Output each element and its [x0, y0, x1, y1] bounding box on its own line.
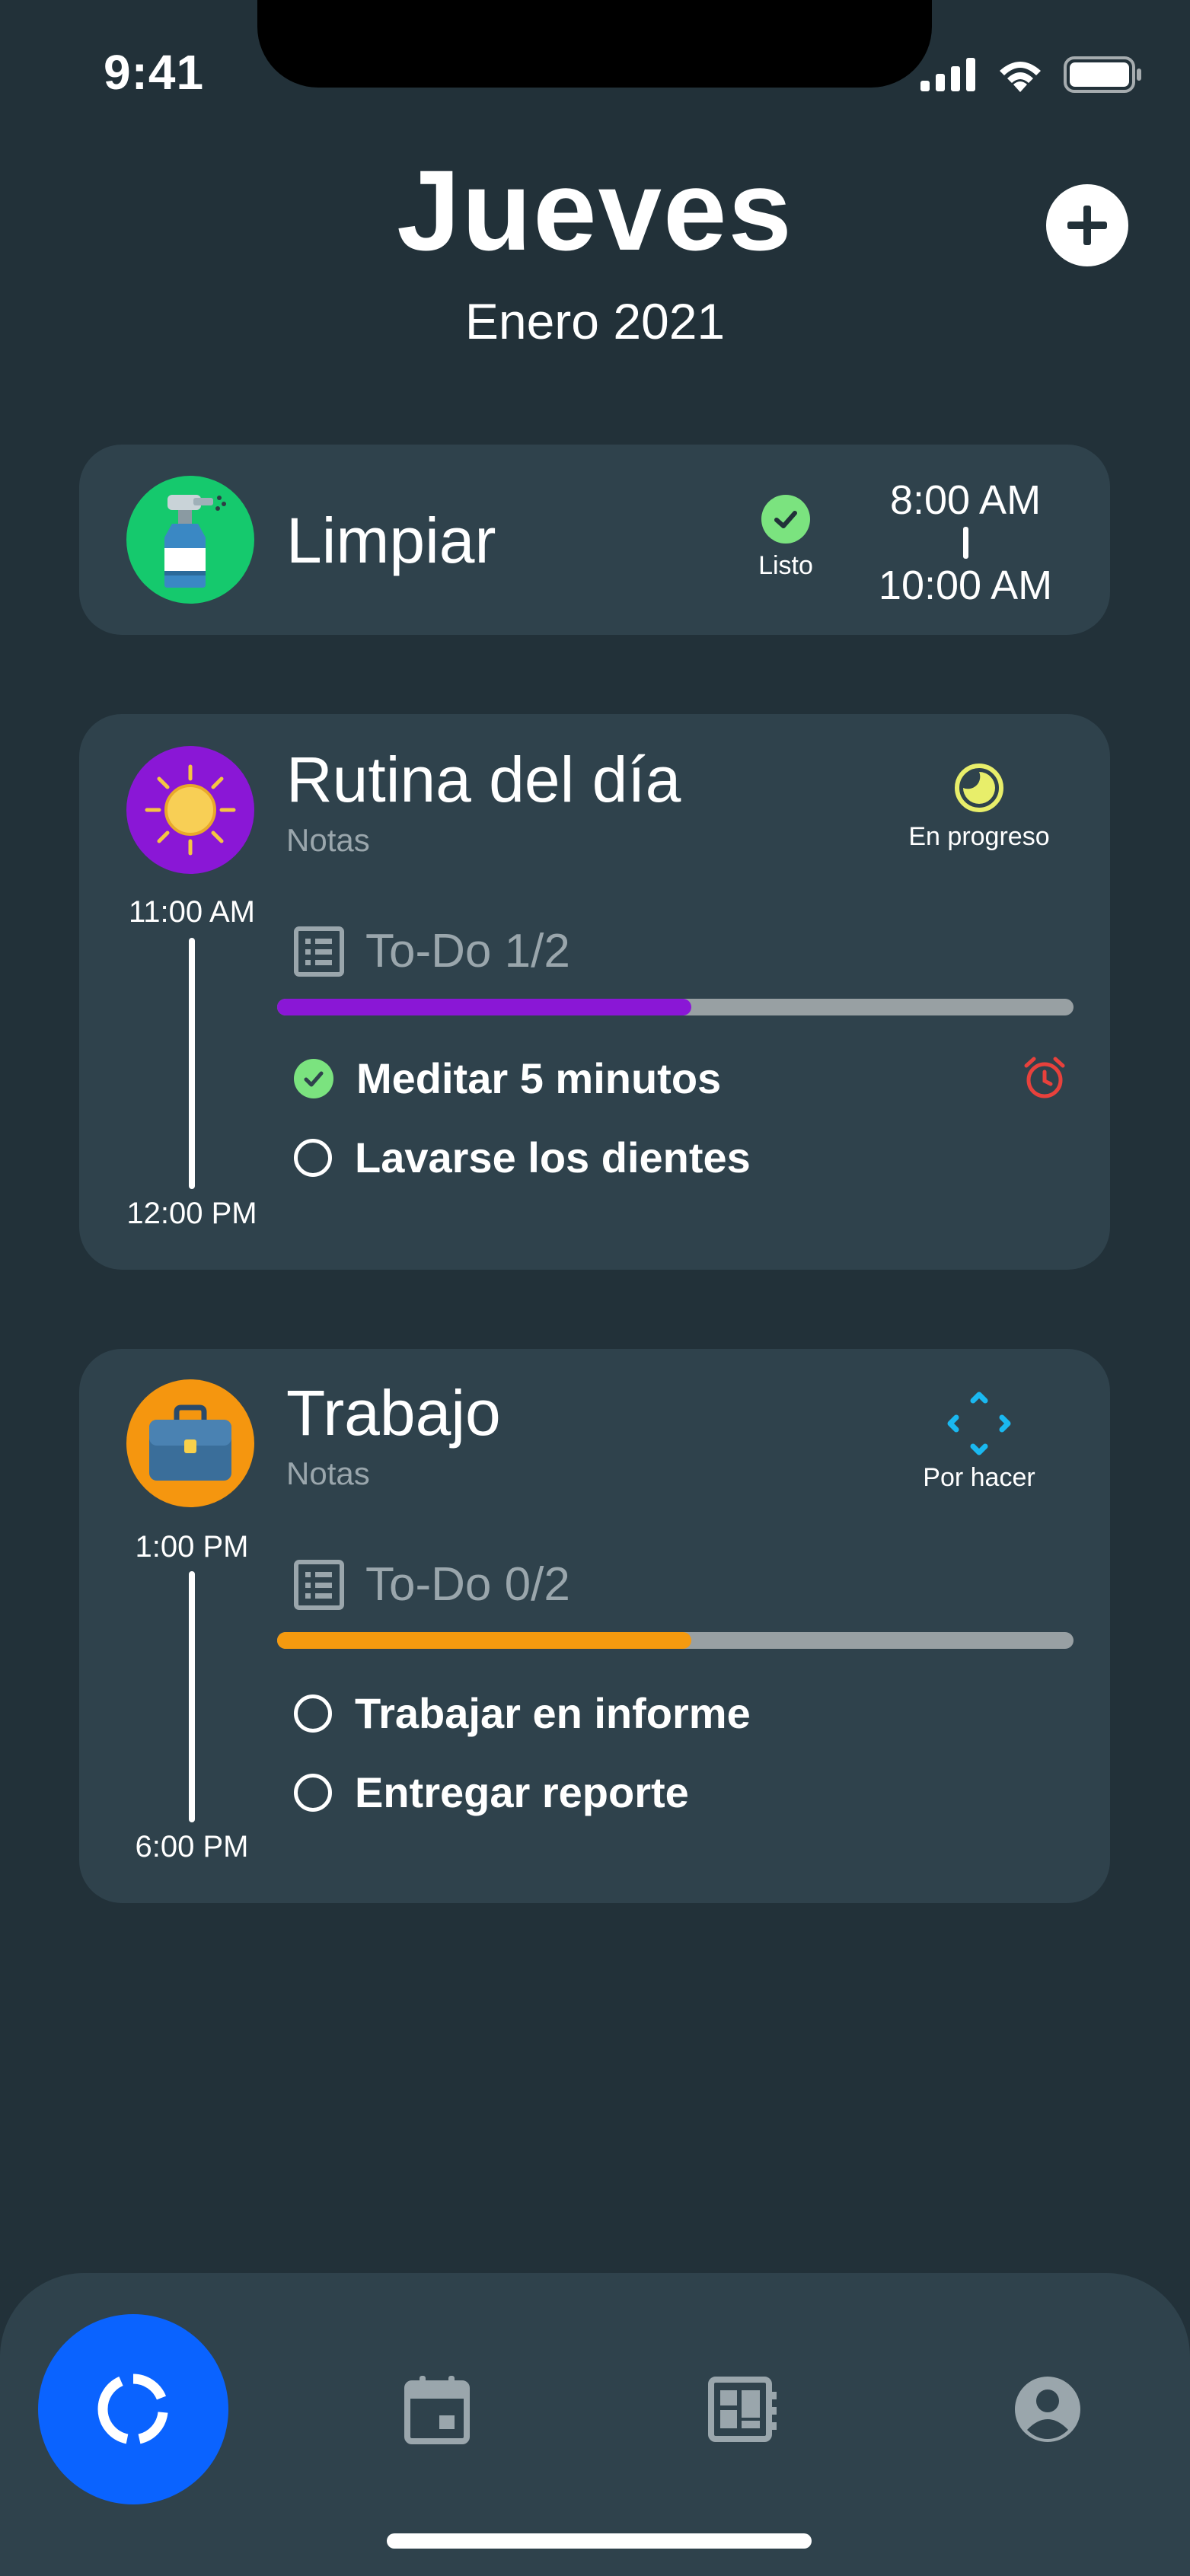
task-item[interactable]: Lavarse los dientes — [294, 1133, 751, 1182]
status-label: En progreso — [908, 822, 1050, 851]
check-icon — [761, 495, 810, 544]
wifi-icon — [1000, 62, 1041, 92]
sun-icon — [145, 764, 236, 856]
card-avatar — [126, 746, 254, 874]
nav-board-button[interactable] — [699, 2367, 787, 2451]
checklist-icon — [294, 926, 344, 977]
unchecked-circle-icon[interactable] — [294, 1694, 332, 1733]
page-title: Jueves — [397, 146, 793, 274]
status-done: Listo — [702, 495, 869, 581]
checklist-icon — [294, 1559, 344, 1610]
timeline-bar — [189, 938, 195, 1189]
end-time: 12:00 PM — [126, 1197, 257, 1230]
status-bar: 9:41 — [0, 0, 1190, 100]
time-divider — [962, 527, 968, 559]
todo-label: To-Do 0/2 — [365, 1558, 570, 1611]
alarm-clock-icon[interactable] — [1022, 1055, 1067, 1101]
check-icon[interactable] — [294, 1058, 333, 1098]
start-time: 8:00 AM — [889, 477, 1042, 523]
todo-header[interactable]: To-Do 0/2 — [294, 1557, 570, 1612]
status-in-progress: En progreso — [895, 761, 1063, 852]
time-range: 8:00 AM 10:00 AM — [859, 477, 1072, 609]
end-time: 6:00 PM — [135, 1830, 249, 1863]
status-todo: Por hacer — [895, 1392, 1063, 1493]
end-time: 10:00 AM — [878, 563, 1053, 608]
task-label: Entregar reporte — [355, 1768, 689, 1816]
task-item[interactable]: Entregar reporte — [294, 1768, 689, 1817]
four-arrows-icon — [947, 1392, 1011, 1455]
nav-calendar-button[interactable] — [393, 2367, 481, 2451]
device-notch — [257, 0, 932, 88]
dashboard-icon — [708, 2377, 777, 2442]
todo-label: To-Do 1/2 — [365, 925, 570, 977]
card-title: Trabajo — [286, 1377, 501, 1449]
task-card-limpiar[interactable]: Limpiar Listo 8:00 AM 10:00 AM — [79, 445, 1110, 635]
nav-profile-button[interactable] — [1003, 2367, 1092, 2451]
progress-fill — [277, 1632, 691, 1649]
task-label: Trabajar en informe — [355, 1689, 751, 1737]
progress-bar — [277, 999, 1074, 1015]
progress-fill — [277, 999, 691, 1015]
add-task-button[interactable] — [1046, 184, 1128, 266]
card-title: Rutina del día — [286, 744, 681, 815]
calendar-icon — [404, 2376, 470, 2444]
status-label: Por hacer — [923, 1463, 1035, 1492]
home-indicator — [387, 2533, 812, 2549]
card-title: Limpiar — [286, 505, 496, 576]
progress-ring-icon — [97, 2374, 168, 2444]
task-label: Lavarse los dientes — [355, 1133, 751, 1181]
status-time: 9:41 — [104, 45, 205, 100]
task-label: Meditar 5 minutos — [356, 1054, 722, 1102]
start-time: 11:00 AM — [128, 895, 256, 929]
moon-progress-icon — [955, 764, 1003, 812]
status-icons — [920, 52, 1143, 97]
task-card-rutina[interactable]: Rutina del día Notas En progreso 11:00 A… — [79, 714, 1110, 1270]
card-avatar — [126, 1379, 254, 1507]
timeline-bar — [189, 1571, 195, 1822]
progress-bar — [277, 1632, 1074, 1649]
card-notes: Notas — [286, 822, 370, 858]
account-icon — [1015, 2377, 1080, 2442]
status-label: Listo — [758, 551, 813, 580]
card-notes: Notas — [286, 1455, 370, 1491]
card-avatar — [126, 476, 254, 604]
task-card-trabajo[interactable]: Trabajo Notas Por hacer 1:00 PM 6:00 PM … — [79, 1349, 1110, 1903]
nav-home-button[interactable] — [38, 2314, 228, 2504]
task-item[interactable]: Trabajar en informe — [294, 1688, 751, 1738]
spray-bottle-icon — [164, 495, 226, 588]
unchecked-circle-icon[interactable] — [294, 1773, 332, 1812]
task-item[interactable]: Meditar 5 minutos — [294, 1054, 721, 1103]
todo-header[interactable]: To-Do 1/2 — [294, 924, 570, 978]
plus-icon — [1067, 206, 1107, 245]
battery-icon — [1064, 56, 1141, 93]
page-subtitle: Enero 2021 — [464, 293, 726, 349]
start-time: 1:00 PM — [135, 1530, 249, 1564]
unchecked-circle-icon[interactable] — [294, 1138, 332, 1177]
cellular-signal-icon — [920, 58, 975, 91]
briefcase-icon — [149, 1404, 231, 1481]
